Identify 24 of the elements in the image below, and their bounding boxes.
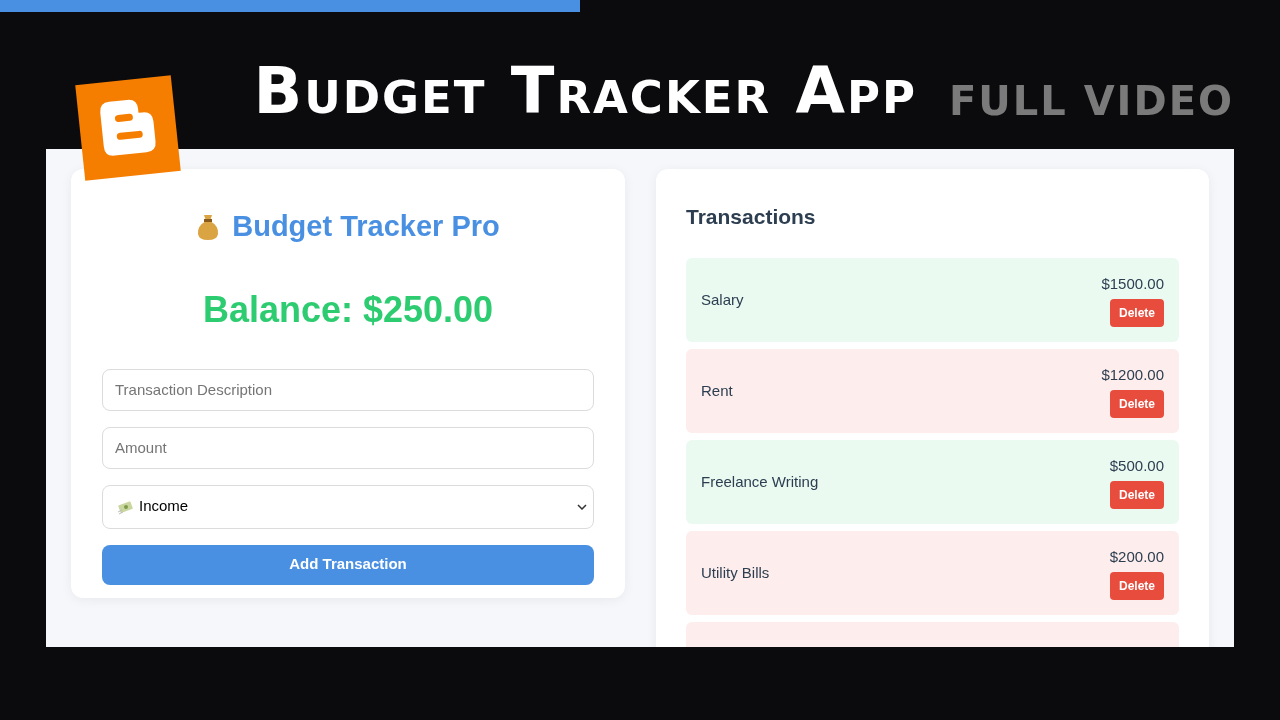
money-bag-icon	[196, 212, 221, 241]
chevron-down-icon	[577, 503, 587, 510]
amount-field[interactable]: Amount	[102, 426, 594, 469]
transaction-amount: $500.00	[1109, 455, 1164, 476]
transaction-description: Utility Bills	[701, 562, 770, 583]
delete-button[interactable]: Delete	[1109, 390, 1164, 419]
video-tag: FULL VIDEO	[948, 81, 1234, 123]
transactions-heading: Transactions	[686, 204, 817, 230]
transaction-amount: $1500.00	[1101, 273, 1164, 294]
video-title: Budget Tracker App	[253, 59, 917, 123]
delete-button[interactable]: Delete	[1109, 481, 1164, 510]
select-value: Income	[139, 496, 190, 517]
transaction-amount: $200.00	[1109, 546, 1164, 567]
balance-text: Balance: $250.00	[202, 287, 494, 332]
delete-button[interactable]: Delete	[1109, 572, 1164, 601]
app-title: Budget Tracker Pro	[232, 209, 500, 244]
transaction-description: Rent	[701, 380, 733, 401]
transaction-description: Salary	[701, 289, 744, 310]
delete-button[interactable]: Delete	[1109, 299, 1164, 328]
add-transaction-button[interactable]: Add Transaction	[102, 544, 594, 585]
transaction-description: Freelance Writing	[701, 471, 819, 492]
type-select[interactable]: Income	[102, 484, 594, 529]
description-field[interactable]: Transaction Description	[102, 368, 594, 411]
transaction-amount: $1200.00	[1101, 364, 1164, 385]
